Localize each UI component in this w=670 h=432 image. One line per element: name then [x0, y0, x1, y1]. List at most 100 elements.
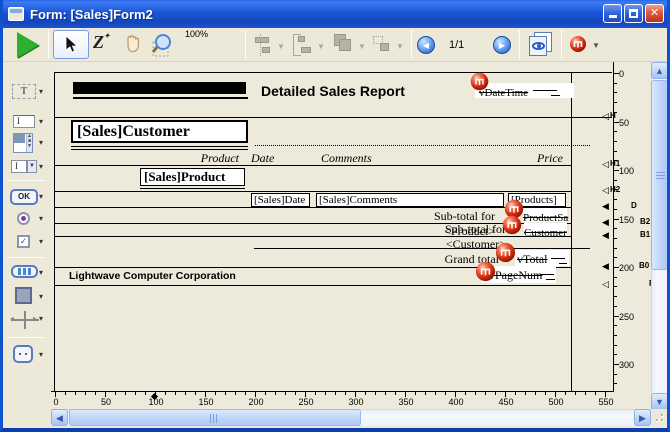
customer-total-variable[interactable]: Customer [524, 223, 567, 236]
header-thin-rule[interactable] [73, 97, 248, 99]
section-marker-b0[interactable]: ◀ [602, 261, 609, 271]
combobox-tool[interactable]: I ▼ [11, 160, 41, 174]
section-marker-label-b0[interactable]: B0 [639, 261, 649, 271]
checkbox-tool[interactable]: ✓ [17, 235, 30, 248]
section-marker-d[interactable]: ◀ [602, 201, 609, 211]
products-field[interactable]: [Products] [508, 193, 566, 207]
section-marker-h1[interactable]: ◁ [602, 159, 609, 169]
vtotal-variable[interactable]: vTotal [515, 250, 569, 266]
object-method-icon[interactable] [495, 242, 516, 263]
subtotal-product-label[interactable]: Sub-total for <Product> [381, 209, 495, 239]
object-method-icon[interactable] [502, 215, 522, 235]
rectangle-tool-dropdown-arrow[interactable]: ▾ [39, 292, 43, 301]
scroll-left-button[interactable]: ◀ [51, 409, 68, 426]
object-method-icon[interactable] [470, 72, 489, 91]
vpagenum-variable[interactable]: vPageNum [482, 266, 556, 283]
run-form-button[interactable] [17, 32, 39, 58]
grand-total-label[interactable]: Grand total [431, 252, 499, 267]
product-underline[interactable] [140, 188, 245, 189]
splitter-tool-dropdown-arrow[interactable]: ▾ [39, 314, 43, 323]
section-marker-label-h1[interactable]: H1 [610, 159, 620, 169]
pointer-tool-button[interactable] [53, 30, 89, 59]
align-tools-button[interactable]: ▼ [253, 34, 283, 56]
break-header2-line[interactable] [55, 191, 571, 192]
resize-grip[interactable] [651, 409, 668, 426]
scroll-right-button[interactable]: ▶ [634, 409, 651, 426]
minimize-button[interactable] [603, 4, 622, 23]
form-right-boundary[interactable] [571, 72, 572, 392]
detail-section-line[interactable] [55, 207, 571, 208]
highlight-button-tool[interactable] [13, 345, 33, 363]
close-button[interactable]: ✕ [645, 4, 664, 23]
break-header1-line[interactable] [55, 165, 571, 166]
resize-dropdown-arrow[interactable]: ▼ [396, 42, 404, 51]
column-header-price[interactable]: Price [521, 151, 563, 166]
customer-underline-2[interactable] [71, 149, 248, 150]
section-marker-label-b1[interactable]: B1 [640, 230, 650, 240]
section-marker-label-h[interactable]: H [610, 111, 616, 121]
next-page-button[interactable]: ▶ [493, 36, 511, 54]
checkbox-tool-dropdown-arrow[interactable]: ▾ [39, 237, 43, 246]
column-header-comments[interactable]: Comments [321, 151, 372, 166]
zoom-bars-control[interactable]: ▴ [183, 38, 243, 88]
section-marker-b2[interactable]: ◀ [602, 217, 609, 227]
vertical-scroll-thumb[interactable] [651, 80, 668, 270]
rectangle-tool[interactable] [15, 287, 32, 304]
method-dropdown-arrow[interactable]: ▼ [592, 41, 600, 50]
resize-tools-button[interactable]: ▼ [371, 34, 403, 56]
listbox-tool-dropdown-arrow[interactable]: ▾ [39, 138, 43, 147]
subtotal-customer-label[interactable]: Sub-total for <Customer> [392, 222, 506, 252]
field-tool-dropdown-arrow[interactable]: ▾ [39, 117, 43, 126]
field-tool[interactable]: I [13, 115, 35, 128]
product-field[interactable]: [Sales]Product [140, 168, 245, 186]
titlebar[interactable]: Form: [Sales]Form2 ✕ [0, 0, 670, 28]
form-top-line[interactable] [55, 72, 612, 73]
object-method-icon[interactable] [475, 261, 496, 282]
section-marker-label-h2[interactable]: H2 [610, 185, 620, 195]
zoom-bar-4[interactable] [218, 68, 226, 88]
layers-dropdown-arrow[interactable]: ▼ [358, 42, 366, 51]
report-title[interactable]: Detailed Sales Report [261, 83, 405, 99]
zoom-bar-2-selected[interactable] [196, 74, 204, 88]
break1-section-line[interactable] [55, 236, 571, 237]
zoom-bar-3[interactable] [207, 71, 215, 88]
section-marker-label-d[interactable]: D [631, 201, 637, 211]
section-marker-h[interactable]: ◁ [602, 111, 609, 121]
break2-section-line[interactable] [55, 223, 571, 224]
zigzag-tool-button[interactable]: Z✦ [93, 32, 110, 53]
section-marker-b1[interactable]: ◀ [602, 230, 609, 240]
vdatetime-variable[interactable]: vDateTime [475, 83, 574, 98]
previous-page-button[interactable]: ◀ [417, 36, 435, 54]
button-tool-dropdown-arrow[interactable]: ▾ [39, 192, 43, 201]
radio-tool[interactable] [17, 212, 30, 225]
combobox-tool-dropdown-arrow[interactable]: ▾ [39, 162, 43, 171]
distribute-tools-button[interactable]: ▼ [291, 34, 323, 56]
customer-underline-1[interactable] [71, 146, 248, 147]
preview-button[interactable] [526, 31, 556, 59]
form-left-boundary[interactable] [54, 72, 55, 392]
form-canvas[interactable] [51, 62, 653, 409]
scroll-up-button[interactable]: ▲ [651, 62, 668, 79]
highlight-tool-dropdown-arrow[interactable]: ▾ [39, 350, 43, 359]
grand-total-rule[interactable] [254, 248, 590, 249]
zoom-bar-1[interactable] [185, 77, 193, 88]
section-marker-f[interactable]: ◁ [602, 279, 609, 289]
comments-field[interactable]: [Sales]Comments [316, 193, 504, 207]
zoom-tool-button[interactable] [150, 33, 176, 64]
layer-tools-button[interactable]: ▼ [331, 33, 365, 57]
maximize-button[interactable] [624, 4, 643, 23]
footer-company-label[interactable]: Lightwave Computer Corporation [69, 270, 236, 282]
dotted-rule[interactable] [255, 145, 590, 146]
section-marker-label-b2[interactable]: B2 [640, 217, 650, 227]
column-header-product[interactable]: Product [179, 151, 239, 166]
text-tool[interactable]: T [12, 84, 36, 99]
customer-field[interactable]: [Sales]Customer [71, 120, 248, 143]
hand-tool-button[interactable] [121, 32, 145, 61]
radio-tool-dropdown-arrow[interactable]: ▾ [39, 214, 43, 223]
scroll-down-button[interactable]: ▼ [651, 393, 668, 410]
date-field[interactable]: [Sales]Date [251, 193, 310, 207]
splitter-tool[interactable]: ◂ ▸ [11, 311, 39, 329]
product-sales-variable[interactable]: ProductSa [523, 208, 567, 222]
tabbar-tool[interactable] [11, 265, 38, 278]
button-tool[interactable]: OK [10, 189, 38, 205]
